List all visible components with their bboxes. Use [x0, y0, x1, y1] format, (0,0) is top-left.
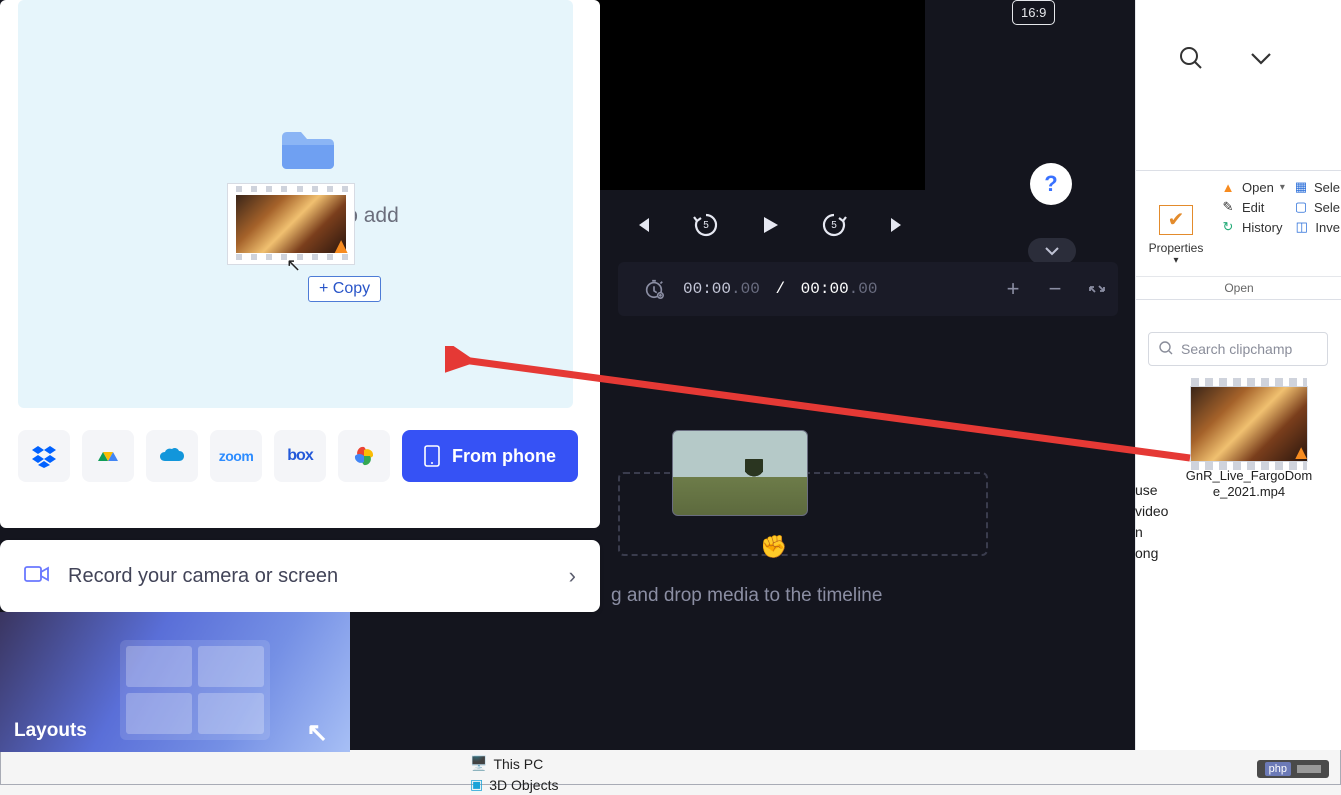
layouts-card[interactable]: Layouts ↖	[0, 612, 350, 752]
search-input[interactable]: Search clipchamp	[1148, 332, 1328, 366]
file-thumbnail: ▲	[1190, 386, 1308, 462]
pc-icon: 🖥️	[470, 755, 487, 772]
properties-icon: ✔	[1159, 205, 1193, 235]
time-bar: 00:00.00 / 00:00.00 + −	[618, 262, 1118, 316]
tree-this-pc[interactable]: 🖥️This PC	[470, 753, 558, 774]
timeline-dropzone[interactable]: ✊	[618, 472, 988, 556]
open-group-label: Open	[1136, 276, 1341, 299]
forward-5s-label: 5	[831, 220, 837, 231]
timecode: 00:00.00 / 00:00.00	[683, 280, 877, 298]
onedrive-button[interactable]	[146, 430, 198, 482]
media-dropzone[interactable]: Drop media to add ▲ ↖ + Copy	[18, 0, 573, 408]
select-all-button[interactable]: ▦Sele	[1294, 177, 1340, 197]
copy-badge: + Copy	[308, 276, 381, 302]
timeline-hint: g and drop media to the timeline	[611, 585, 882, 607]
search-icon[interactable]	[1178, 45, 1204, 76]
chevron-right-icon: ›	[569, 563, 576, 589]
zoom-in-button[interactable]: +	[992, 268, 1034, 310]
search-placeholder: Search clipchamp	[1181, 341, 1292, 357]
layouts-label: Layouts	[14, 720, 87, 742]
edit-icon: ✎	[1220, 199, 1236, 215]
timeline-clip-thumb[interactable]	[672, 430, 808, 516]
record-label: Record your camera or screen	[68, 565, 569, 588]
file-name: GnR_Live_FargoDome_2021.mp4	[1184, 468, 1314, 501]
dropbox-button[interactable]	[18, 430, 70, 482]
media-panel: Drop media to add ▲ ↖ + Copy zoom box Fr…	[0, 0, 600, 528]
google-photos-button[interactable]	[338, 430, 390, 482]
back-5s-button[interactable]: 5	[689, 208, 723, 242]
fit-button[interactable]	[1076, 268, 1118, 310]
from-phone-label: From phone	[452, 446, 556, 467]
zoom-out-button[interactable]: −	[1034, 268, 1076, 310]
prev-button[interactable]	[625, 208, 659, 242]
file-item[interactable]: ▲ GnR_Live_FargoDome_2021.mp4	[1184, 386, 1314, 501]
record-button[interactable]: Record your camera or screen ›	[0, 540, 600, 612]
help-button[interactable]: ?	[1030, 163, 1072, 205]
zoom-label: zoom	[219, 448, 254, 464]
properties-button[interactable]: Properties	[1149, 241, 1204, 255]
cursor-icon: ↖	[286, 255, 301, 276]
ribbon: ✔ Properties ▾ ▲Open ▾ ✎Edit ↻History ▦S…	[1136, 170, 1341, 300]
box-button[interactable]: box	[274, 430, 326, 482]
open-button[interactable]: ▲Open ▾	[1220, 177, 1288, 197]
forward-5s-button[interactable]: 5	[817, 208, 851, 242]
expand-toggle[interactable]	[1028, 238, 1076, 264]
preview-canvas	[595, 0, 925, 190]
back-5s-label: 5	[703, 220, 709, 231]
history-icon: ↻	[1220, 219, 1236, 235]
explorer-panel: ✔ Properties ▾ ▲Open ▾ ✎Edit ↻History ▦S…	[1135, 0, 1341, 750]
google-drive-button[interactable]	[82, 430, 134, 482]
partial-text: use video n ong	[1135, 480, 1168, 564]
next-button[interactable]	[881, 208, 915, 242]
cursor-icon: ↖	[306, 717, 328, 748]
from-phone-button[interactable]: From phone	[402, 430, 578, 482]
php-badge: php	[1257, 760, 1329, 778]
invert-selection-button[interactable]: ◫Inve	[1294, 217, 1340, 237]
camera-icon	[24, 564, 50, 589]
nav-tree: 🖥️This PC ▣3D Objects	[470, 753, 558, 795]
select-none-button[interactable]: ▢Sele	[1294, 197, 1340, 217]
edit-button[interactable]: ✎Edit	[1220, 197, 1288, 217]
zoom-button[interactable]: zoom	[210, 430, 262, 482]
add-marker-button[interactable]	[643, 278, 665, 300]
aspect-ratio-badge[interactable]: 16:9	[1012, 0, 1055, 25]
vlc-cone-icon: ▲	[1220, 179, 1236, 195]
play-button[interactable]	[753, 208, 787, 242]
box-label: box	[287, 447, 312, 465]
search-icon	[1159, 341, 1173, 358]
chevron-down-icon[interactable]	[1248, 45, 1274, 76]
dragged-file-ghost: ▲	[227, 143, 355, 263]
grab-cursor-icon: ✊	[760, 534, 787, 560]
history-button[interactable]: ↻History	[1220, 217, 1288, 237]
